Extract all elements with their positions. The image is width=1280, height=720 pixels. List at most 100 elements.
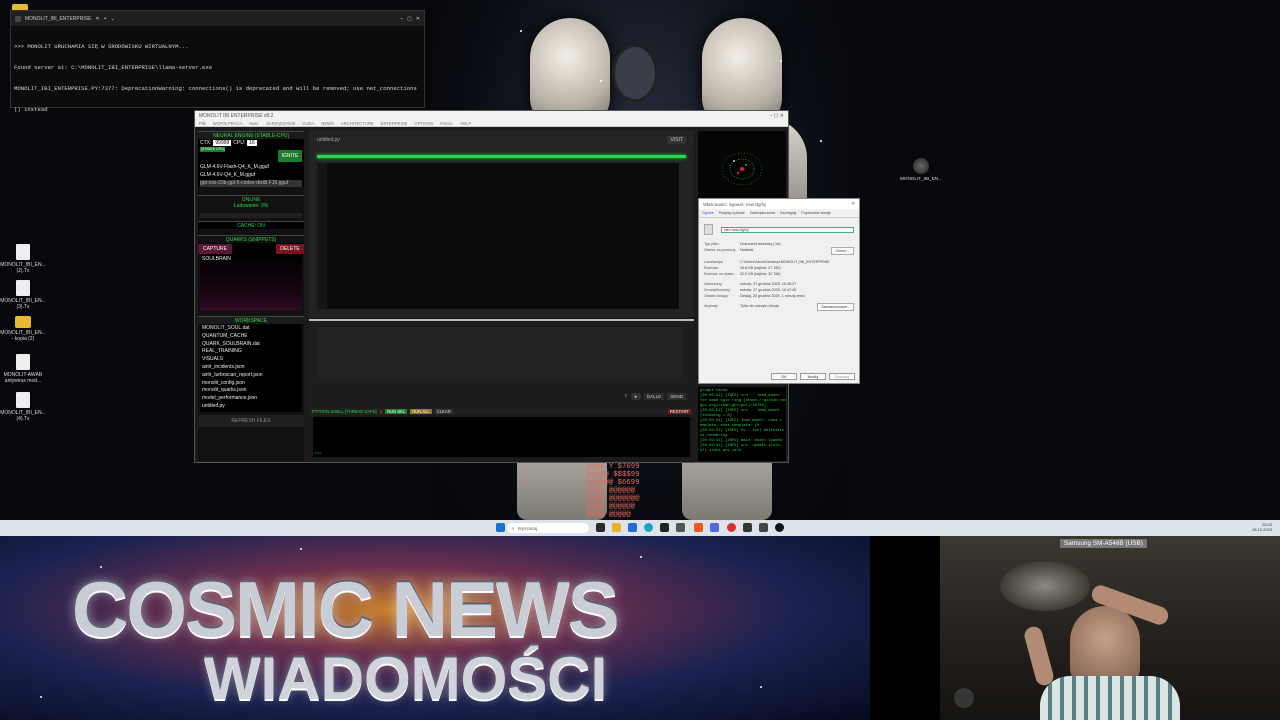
brave-icon[interactable] [694,523,703,532]
quarks-list[interactable]: SOULBRAIN [200,255,302,311]
dialog-tab[interactable]: Poprzednie wersje [801,211,831,215]
python-shell[interactable]: PYTHON SHELL [THREAD SAFE] ■ RUN SEL RUN… [309,407,694,461]
menu-item[interactable]: NEWS [321,121,334,126]
menu-item[interactable]: Narz. [249,121,259,126]
clear-button[interactable]: CLEAR [434,408,453,414]
close-icon[interactable]: ✕ [416,16,420,22]
desktop-icon-file-3[interactable]: MONOLIT-AWAR antywirus mod... [0,354,46,384]
monolit-task-icon[interactable] [743,523,752,532]
restart-button[interactable]: RESTART [667,408,691,414]
dalle-button[interactable]: DALLE [643,393,665,400]
task-view-icon[interactable] [596,523,605,532]
desktop-icon-file-4[interactable]: MONOLIT_IBI_EN... (4).Tx [0,392,46,422]
ok-button[interactable]: OK [771,373,797,380]
model-item[interactable]: GLM-4.6V-Q4_K_M.gguf [200,172,302,180]
discord-icon[interactable] [710,523,719,532]
menu-item[interactable]: CUDA [302,121,314,126]
desktop-icon-label: MONOLIT-AWAR antywirus mod... [3,372,43,384]
obs-icon[interactable] [775,523,784,532]
workspace-file-item[interactable]: airiir_turboscan_report.json [202,372,300,380]
workspace-file-item[interactable]: QUANTUM_CACHE [202,333,300,341]
edge-icon[interactable] [644,523,653,532]
cpu-input[interactable]: 16 [247,140,257,146]
workspace-file-item[interactable]: REAL_TRAINING [202,348,300,356]
close-icon[interactable]: ✕ [780,113,784,119]
workspace-file-item[interactable]: QUARK_SOULBRAIN.dat [202,341,300,349]
model-list[interactable]: GLM-4.6V-Flash-Q4_K_M.gguf GLM-4.6V-Q4_K… [198,163,304,188]
menu-item[interactable]: ENTERPRISE [381,121,408,126]
menu-item[interactable]: HELP [460,121,471,126]
maximize-icon[interactable]: ▢ [407,16,412,22]
ignite-button[interactable]: IGNITE [278,150,302,162]
file-explorer-icon[interactable] [612,523,621,532]
workspace-file-item[interactable]: monolit_quarks.json [202,387,300,395]
ctx-input[interactable]: 99999 [213,140,232,146]
dialog-tab[interactable]: Podpisy cyfrowe [719,211,745,215]
quark-item[interactable]: SOULBRAIN [200,255,302,265]
model-item[interactable]: GLM-4.6V-Flash-Q4_K_M.gguf [200,164,302,172]
folder-icon [15,316,31,328]
desktop-icon-folder[interactable]: MONOLIT_IBI_EN... - kopia (2) [0,316,46,342]
cancel-button[interactable]: Anuluj [800,373,826,380]
minimize-icon[interactable]: – [770,113,773,119]
close-icon[interactable]: ✕ [851,201,855,207]
advanced-button[interactable]: Zaawansowane... [817,303,854,311]
apply-button[interactable]: Zastosuj [829,373,855,380]
capture-button[interactable]: CAPTURE [198,244,232,254]
chrome-icon[interactable] [727,523,736,532]
menu-item[interactable]: ARCHITECTURE [341,121,374,126]
model-item-selected[interactable]: gpt-oss-20b-gpt-5-codex-distill.F16.gguf [200,179,302,188]
system-tray[interactable]: 20:03 28.12.2025 [1252,522,1272,532]
menu-item[interactable]: WSPÓŁPRACA [213,121,243,126]
editor-tab[interactable]: untitled.py [317,137,340,143]
cmd-task-icon[interactable] [759,523,768,532]
dialog-tab[interactable]: Szczegóły [780,211,796,215]
send-button[interactable]: SEND [667,393,686,400]
workspace-file-item[interactable]: airiir_incidents.json [202,364,300,372]
workspace-file-item[interactable]: MONOLIT_SOUL.dat [202,325,300,333]
dialog-tab[interactable]: Zabezpieczenia [750,211,775,215]
properties-dialog[interactable]: Właściwości: ingoexit: new.cfg/hy ✕ Ogól… [698,198,860,384]
workspace-file-item[interactable]: model_performance.json [202,395,300,403]
stepper-icon[interactable]: ⇕ [624,393,628,400]
visit-button[interactable]: VISIT [667,136,686,144]
menu-item[interactable]: Plik [199,121,206,126]
terminal-window[interactable]: MONOLIT_IBI_ENTERPRISE ✕ + ⌄ – ▢ ✕ >>> M… [10,10,425,113]
desktop-icon-file-1[interactable]: MONOLIT_IBI_EN... (2).Tx [0,244,46,274]
desktop-icon-file-2[interactable]: MONOLIT_IBI_EN... (3).Tx [0,280,46,310]
left-panel: NEURAL ENGINE [STABLE-CPU] CTX: 99999 CP… [198,131,304,461]
taskbar-search[interactable]: ⌕ Wyszukaj [507,523,589,533]
maximize-icon[interactable]: ▢ [774,113,779,119]
windows-start-icon[interactable] [496,523,505,532]
delete-button[interactable]: DELETE [276,244,304,254]
store-icon[interactable] [628,523,637,532]
property-value: 32,0 KB (bajtów: 32 768) [740,272,781,276]
minimize-icon[interactable]: – [400,16,403,22]
workspace-file-item[interactable]: untitled.py [202,403,300,411]
cache-status[interactable]: CACHE: ON [198,221,304,229]
menu-item[interactable]: Pomoc [440,121,453,126]
new-tab-icon[interactable]: + [104,16,107,22]
refresh-files-button[interactable]: REFRESH FILES [198,415,304,427]
record-icon[interactable]: ● [630,393,641,400]
code-area[interactable] [317,163,679,309]
output-text[interactable] [319,327,681,381]
desktop-icon-monolit[interactable]: MONOLIT_IBI_EN... [900,158,942,181]
output-panel[interactable]: ⇕ ● DALLE SEND [309,319,694,405]
shell-input[interactable]: >>> [313,417,690,457]
dialog-tab[interactable]: Ogólne [702,211,714,215]
chevron-down-icon[interactable]: ⌄ [111,16,115,22]
change-button[interactable]: Zmień... [830,247,854,255]
shell-header: PYTHON SHELL [THREAD SAFE] ■ RUN SEL RUN… [309,407,694,415]
workspace-file-list[interactable]: MONOLIT_SOUL.dat QUANTUM_CACHE QUARK_SOULB… [200,324,302,412]
menu-item[interactable]: OPTIONS [414,121,433,126]
run-sel-button[interactable]: RUN SEL [385,408,408,414]
run-all-button[interactable]: RUN ALL [410,408,432,414]
terminal-icon[interactable] [660,523,669,532]
workspace-file-item[interactable]: VISUALS [202,356,300,364]
close-tab-icon[interactable]: ✕ [95,16,99,22]
app-icon[interactable] [676,523,685,532]
workspace-file-item[interactable]: monolit_config.json [202,380,300,388]
filename-field[interactable]: ideo.new.cfg/hy [721,226,854,233]
menu-item[interactable]: ZARZĄDZANIE [266,121,295,126]
